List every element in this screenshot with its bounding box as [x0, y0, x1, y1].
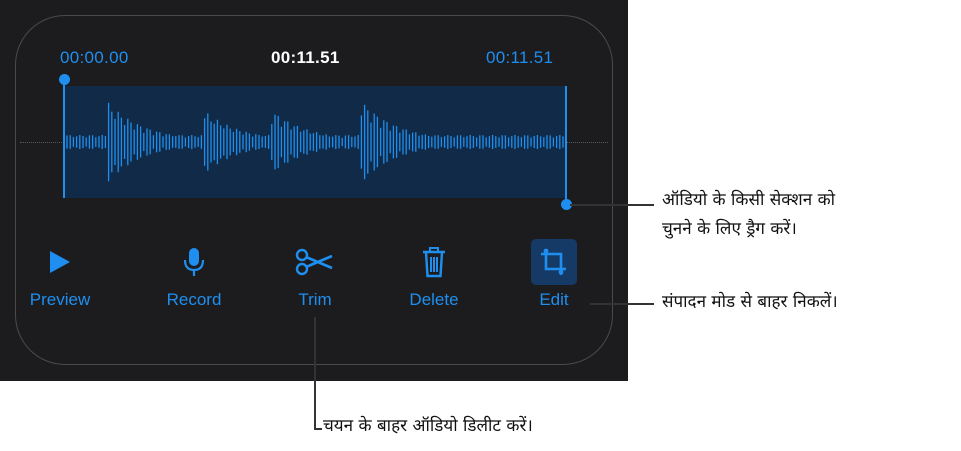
start-time: 00:00.00 [60, 48, 129, 67]
exit-edit-callout: संपादन मोड से बाहर निकलें। [662, 292, 838, 312]
delete-button[interactable]: Delete [379, 240, 489, 310]
trim-callout-leader-vertical [314, 317, 316, 429]
delete-label: Delete [409, 290, 459, 309]
drag-callout-line1: ऑडियो के किसी सेक्शन को [662, 190, 836, 210]
microphone-icon [183, 248, 205, 276]
play-icon [50, 251, 70, 273]
left-trim-handle[interactable] [63, 80, 65, 198]
drag-callout-line2: चुनने के लिए ड्रैग करें। [662, 219, 797, 239]
trim-delete-callout: चयन के बाहर ऑडियो डिलीट करें। [323, 416, 533, 436]
crop-icon [541, 248, 566, 275]
right-trim-handle[interactable] [565, 86, 567, 204]
trim-label: Trim [298, 290, 332, 309]
drag-callout-leader [570, 204, 654, 206]
record-button[interactable]: Record [139, 240, 249, 310]
preview-label: Preview [29, 290, 91, 309]
end-time: 00:11.51 [486, 48, 554, 67]
left-handle-knob[interactable] [58, 74, 70, 85]
edit-label: Edit [539, 290, 569, 309]
trim-callout-leader-horizontal [314, 428, 322, 430]
trash-icon [423, 247, 445, 278]
current-time: 00:11.51 [271, 48, 340, 67]
scissors-icon [295, 248, 333, 276]
drag-callout: ऑडियो के किसी सेक्शन को चुनने के लिए ड्र… [662, 186, 835, 244]
waveform[interactable] [64, 86, 567, 198]
edit-callout-leader [590, 303, 654, 305]
edit-active-indicator [531, 239, 577, 285]
edit-button[interactable]: Edit [514, 239, 594, 310]
record-label: Record [166, 290, 222, 309]
preview-button[interactable]: Preview [5, 240, 115, 310]
trim-button[interactable]: Trim [260, 240, 370, 310]
